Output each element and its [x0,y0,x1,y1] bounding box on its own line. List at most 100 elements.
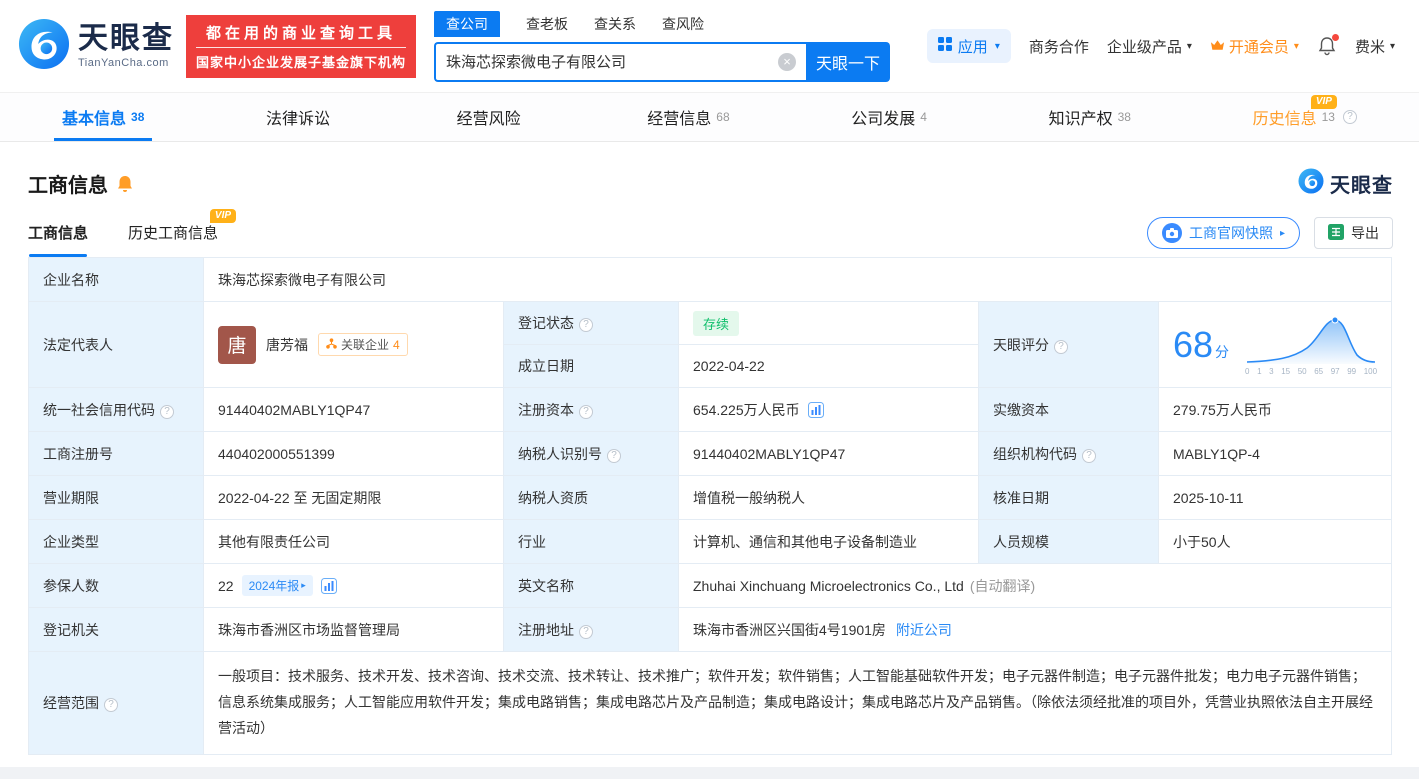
industry-value: 计算机、通信和其他电子设备制造业 [679,520,979,564]
annual-report-badge[interactable]: 2024年报 ▸ [242,575,313,596]
tab-operation-info[interactable]: 经营信息 68 [633,93,743,141]
slogan-line2: 国家中小企业发展子基金旗下机构 [196,48,406,71]
arrow-right-icon: ▸ [1280,228,1285,239]
insured-count-cell: 22 2024年报 ▸ [204,564,504,608]
table-row: 企业类型 其他有限责任公司 行业 计算机、通信和其他电子设备制造业 人员规模 小… [29,520,1392,564]
search-tab-risk[interactable]: 查风险 [662,11,704,37]
company-section-tabs: 基本信息 38 法律诉讼 经营风险 经营信息 68 公司发展 4 知识产权 38… [0,92,1419,142]
subtab-business-info[interactable]: 工商信息 [28,222,88,257]
table-row: 企业名称 珠海芯探索微电子有限公司 [29,258,1392,302]
brand-text: 天眼查 TianYanCha.com [78,24,174,69]
taxpayer-id-value: 91440402MABLY1QP47 [679,432,979,476]
subtab-history-business-info[interactable]: VIP 历史工商信息 [128,222,218,257]
paid-capital-value: 279.75万人民币 [1159,388,1392,432]
table-row: 统一社会信用代码? 91440402MABLY1QP47 注册资本? 654.2… [29,388,1392,432]
vip-badge: VIP [210,209,236,223]
reg-authority-label: 登记机关 [29,608,204,652]
org-chart-icon [326,338,337,352]
tab-operation-risk[interactable]: 经营风险 [443,93,540,141]
help-icon[interactable]: ? [160,405,174,419]
status-value-cell: 存续 [679,302,979,345]
nav-enterprise-label: 企业级产品 [1107,36,1182,57]
vip-badge: VIP [1311,95,1337,109]
tab-history-info[interactable]: VIP 历史信息 13 ? [1239,93,1371,141]
org-code-label-cell: 组织机构代码? [979,432,1159,476]
business-scope-value: 一般项目：技术服务、技术开发、技术咨询、技术交流、技术转让、技术推广；软件开发；… [204,652,1392,755]
nearby-companies-link[interactable]: 附近公司 [896,622,952,638]
monitor-bell-icon[interactable] [117,175,133,193]
tab-count: 68 [716,110,729,124]
org-code-label: 组织机构代码 [993,446,1077,462]
search-input[interactable] [446,53,778,70]
legal-rep-name[interactable]: 唐芳福 [266,335,308,355]
related-label: 关联企业 [341,336,389,353]
chevron-down-icon: ▾ [1390,41,1395,52]
excel-icon [1328,224,1344,243]
score-chart-axis: 0131550659799100 [1245,367,1377,376]
tab-company-development[interactable]: 公司发展 4 [837,93,941,141]
staff-size-label: 人员规模 [979,520,1159,564]
trend-chart-icon[interactable] [808,402,824,418]
tab-basic-info[interactable]: 基本信息 38 [48,93,158,141]
nav-open-vip[interactable]: 开通会员 ▾ [1210,36,1299,57]
approval-date-value: 2025-10-11 [1159,476,1392,520]
help-icon[interactable]: ? [1343,110,1357,124]
company-name-value: 珠海芯探索微电子有限公司 [204,258,1392,302]
trend-chart-icon[interactable] [321,578,337,594]
export-button[interactable]: 导出 [1314,217,1393,249]
tab-intellectual-property[interactable]: 知识产权 38 [1035,93,1145,141]
related-companies-badge[interactable]: 关联企业 4 [318,333,408,356]
tianyancha-logo-icon [18,18,70,75]
help-icon[interactable]: ? [104,698,118,712]
notification-bell-icon[interactable] [1317,36,1337,56]
subtab-label: 工商信息 [28,225,88,242]
tab-legal-proceedings[interactable]: 法律诉讼 [252,93,349,141]
search-tab-company[interactable]: 查公司 [434,11,500,37]
credit-code-label-cell: 统一社会信用代码? [29,388,204,432]
table-row: 工商注册号 440402000551399 纳税人识别号? 91440402MA… [29,432,1392,476]
search-tab-relation[interactable]: 查关系 [594,11,636,37]
score-value: 68分 [1173,324,1229,366]
establish-date-label: 成立日期 [504,345,679,388]
search-tab-boss[interactable]: 查老板 [526,11,568,37]
auto-translate-note: (自动翻译) [970,578,1035,594]
taxpayer-quality-value: 增值税一般纳税人 [679,476,979,520]
tab-count: 4 [920,110,927,124]
reg-authority-value: 珠海市香洲区市场监督管理局 [204,608,504,652]
help-icon[interactable]: ? [579,405,593,419]
tab-label: 经营风险 [457,105,521,129]
reg-capital-value-cell: 654.225万人民币 [679,388,979,432]
company-type-label: 企业类型 [29,520,204,564]
tab-count: 13 [1322,110,1335,124]
export-label: 导出 [1351,223,1379,243]
brand-domain: TianYanCha.com [78,57,174,69]
search-button[interactable]: 天眼一下 [806,42,890,82]
section-title: 工商信息 [28,169,108,198]
table-row: 法定代表人 唐 唐芳福 关联企业 4 [29,302,1392,345]
help-icon[interactable]: ? [1054,340,1068,354]
nav-cooperation[interactable]: 商务合作 [1029,36,1089,57]
snapshot-label: 工商官网快照 [1189,223,1273,243]
tianyancha-logo[interactable]: 天眼查 TianYanCha.com [18,18,174,75]
top-header: 天眼查 TianYanCha.com 都在用的商业查询工具 国家中小企业发展子基… [0,0,1419,92]
english-name-label: 英文名称 [504,564,679,608]
user-name: 费米 [1355,36,1385,57]
legal-rep-avatar[interactable]: 唐 [218,326,256,364]
help-icon[interactable]: ? [1082,449,1096,463]
nav-enterprise[interactable]: 企业级产品 ▾ [1107,36,1192,57]
section-actions: 工商官网快照 ▸ 导出 [1147,217,1393,257]
reg-number-value: 440402000551399 [204,432,504,476]
chevron-down-icon: ▾ [1187,41,1192,52]
official-snapshot-button[interactable]: 工商官网快照 ▸ [1147,217,1300,249]
clear-icon[interactable]: × [778,53,796,71]
help-icon[interactable]: ? [579,318,593,332]
status-badge: 存续 [693,311,739,336]
tab-label: 经营信息 [647,105,711,129]
nav-open-vip-label: 开通会员 [1229,36,1289,57]
legal-rep-cell: 唐 唐芳福 关联企业 4 [204,302,504,388]
user-menu[interactable]: 费米 ▾ [1355,36,1395,57]
help-icon[interactable]: ? [579,625,593,639]
table-row: 登记机关 珠海市香洲区市场监督管理局 注册地址? 珠海市香洲区兴国街4号1901… [29,608,1392,652]
help-icon[interactable]: ? [607,449,621,463]
apps-menu[interactable]: 应用 ▾ [927,29,1011,63]
